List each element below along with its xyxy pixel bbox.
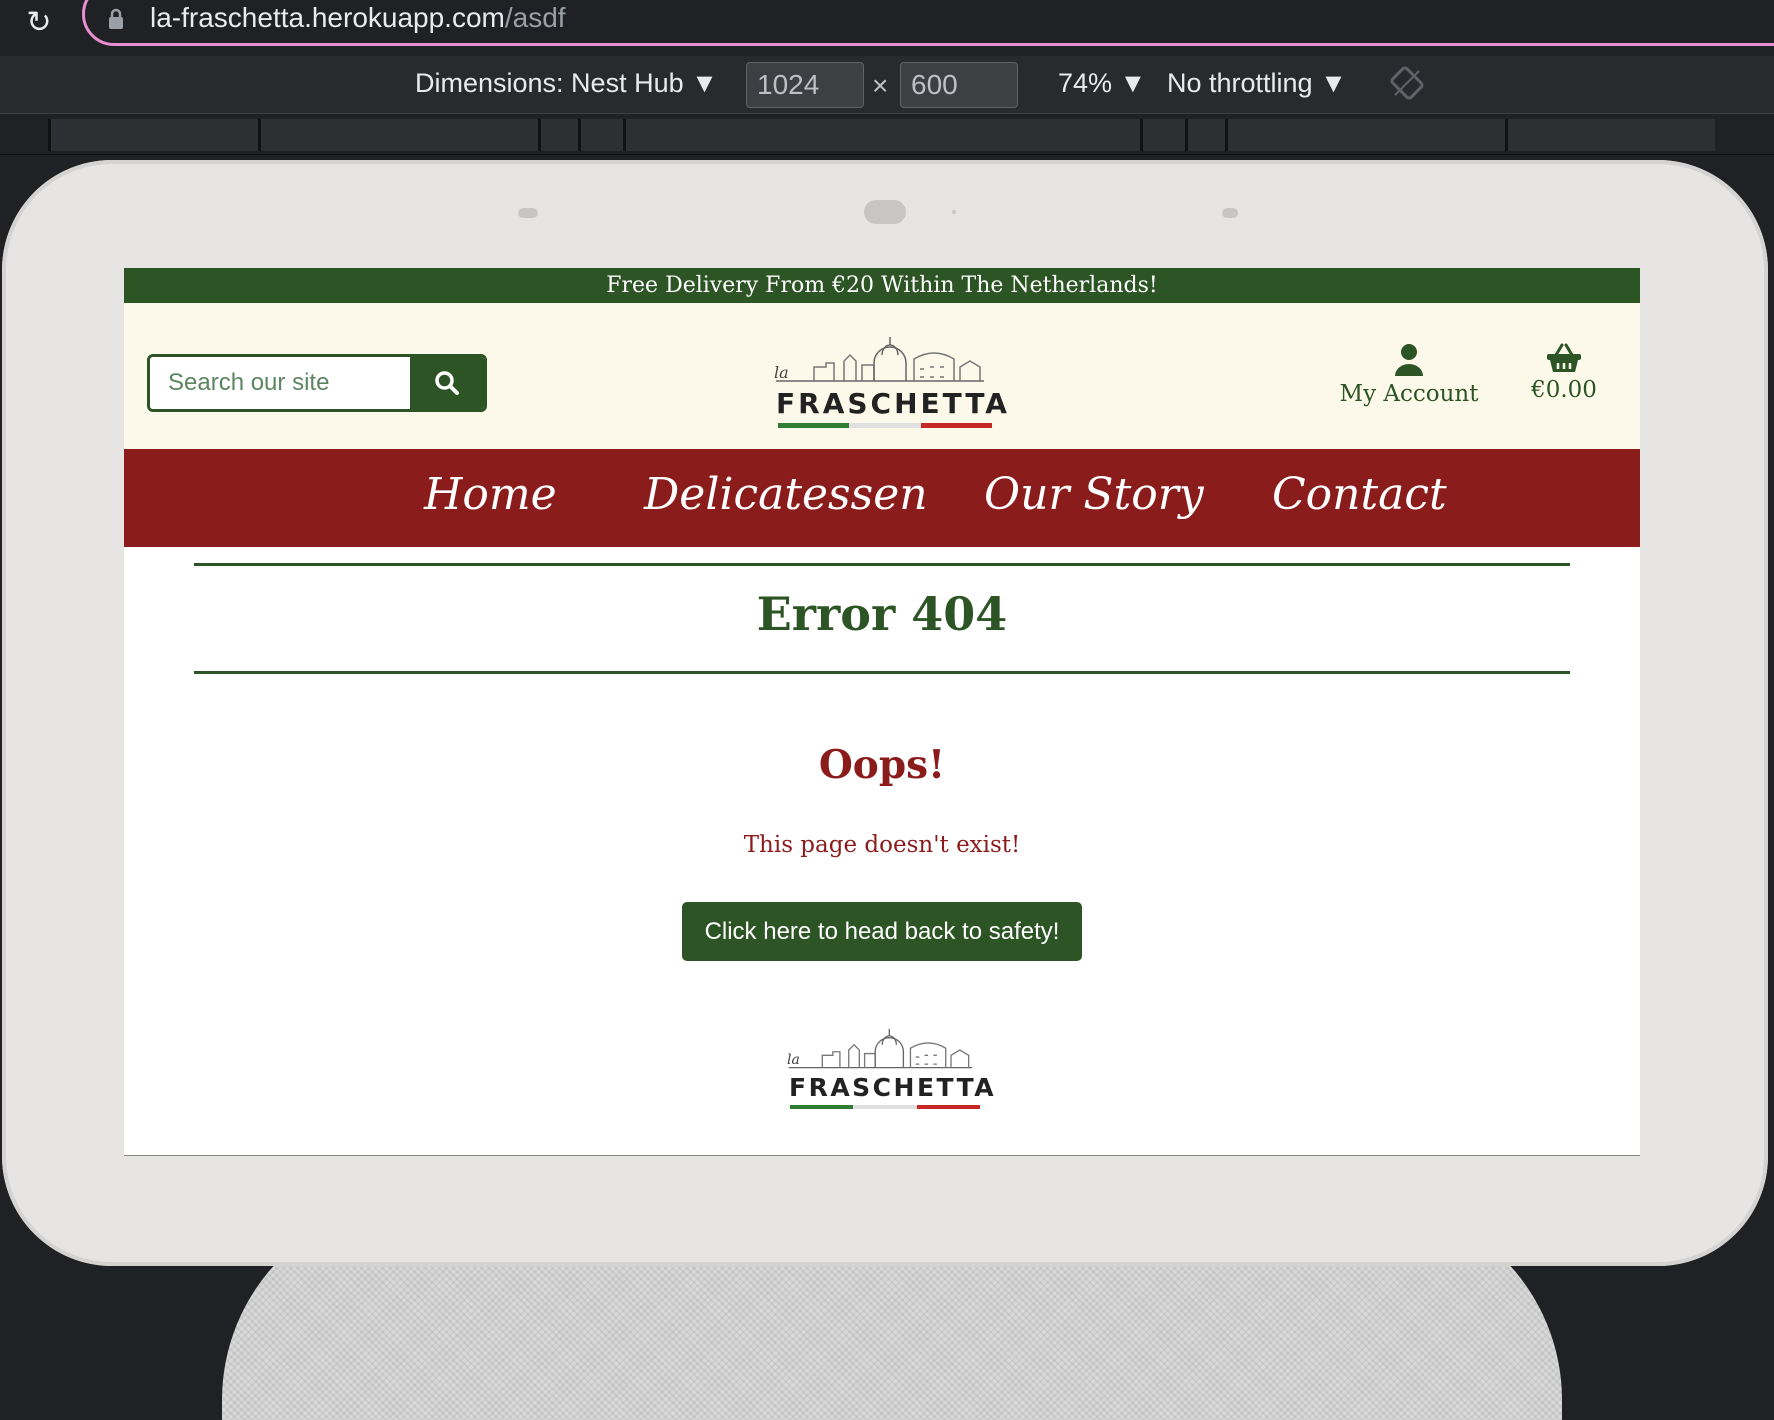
divider: [194, 671, 1570, 674]
throttling-dropdown[interactable]: No throttling ▼: [1167, 68, 1347, 99]
sensor: [952, 210, 956, 214]
my-account-link[interactable]: My Account: [1334, 343, 1484, 407]
nav-home[interactable]: Home: [424, 469, 557, 520]
camera: [864, 200, 906, 224]
logo-small-text: la: [774, 363, 789, 382]
media-query-segment[interactable]: [1185, 119, 1225, 151]
shopping-cart-link[interactable]: €0.00: [1519, 343, 1609, 403]
search-button[interactable]: [410, 357, 484, 409]
site-header: la FRASCHETTA My Account €0.00: [124, 303, 1640, 449]
media-query-segment[interactable]: [258, 119, 538, 151]
dimensions-dropdown[interactable]: Dimensions: Nest Hub ▼: [415, 68, 718, 99]
cart-total: €0.00: [1531, 377, 1597, 403]
oops-heading: Oops!: [818, 742, 946, 788]
media-query-segment[interactable]: [1225, 119, 1505, 151]
divider: [194, 563, 1570, 566]
skyline-icon: [788, 1028, 973, 1069]
search-icon: [435, 371, 459, 395]
logo-wordmark: FRASCHETTA: [776, 387, 1010, 420]
sensor: [518, 208, 538, 218]
sensor: [1222, 208, 1238, 218]
nav-contact[interactable]: Contact: [1272, 469, 1447, 520]
dimension-separator: ×: [872, 70, 889, 101]
media-query-segment[interactable]: [48, 119, 258, 151]
search-input[interactable]: [150, 357, 410, 409]
main-nav: Home Delicatessen Our Story Contact: [124, 449, 1640, 547]
user-icon: [1395, 344, 1423, 376]
media-query-segment[interactable]: [1505, 119, 1715, 151]
logo-small-text: la: [787, 1052, 800, 1068]
viewport-width-input[interactable]: 1024: [746, 62, 864, 108]
zoom-dropdown[interactable]: 74% ▼: [1058, 68, 1146, 99]
media-query-bar: [0, 115, 1774, 155]
error-page-content: Error 404 Oops! This page doesn't exist!…: [124, 547, 1640, 1155]
media-query-segment[interactable]: [623, 119, 1140, 151]
media-query-segment[interactable]: [1140, 119, 1185, 151]
browser-address-bar: ↻ la-fraschetta.herokuapp.com/asdf: [0, 0, 1774, 56]
site-logo[interactable]: la FRASCHETTA: [774, 333, 1007, 428]
media-query-segment[interactable]: [578, 119, 623, 151]
url-text[interactable]: la-fraschetta.herokuapp.com/asdf: [150, 2, 566, 34]
url-host: la-fraschetta.herokuapp.com: [150, 2, 505, 33]
error-message: This page doesn't exist!: [743, 832, 1021, 858]
footer-logo[interactable]: la FRASCHETTA: [787, 1025, 994, 1109]
lock-icon: [109, 8, 123, 29]
back-to-safety-button[interactable]: Click here to head back to safety!: [682, 902, 1082, 961]
delivery-banner: Free Delivery From €20 Within The Nether…: [124, 268, 1640, 303]
nav-delicatessen[interactable]: Delicatessen: [644, 469, 928, 520]
url-path: /asdf: [504, 2, 566, 33]
reload-icon[interactable]: ↻: [22, 6, 56, 40]
logo-flag-stripe: [790, 1105, 980, 1109]
skyline-icon: [776, 337, 984, 382]
page-title: Error 404: [756, 587, 1008, 641]
logo-wordmark: FRASCHETTA: [789, 1073, 997, 1102]
my-account-label: My Account: [1339, 381, 1479, 407]
device-toolbar: Dimensions: Nest Hub ▼ 1024 × 600 74% ▼ …: [0, 56, 1774, 114]
nav-our-story[interactable]: Our Story: [984, 469, 1204, 520]
site-viewport: Free Delivery From €20 Within The Nether…: [124, 268, 1640, 1156]
basket-icon: [1547, 343, 1581, 372]
logo-flag-stripe: [778, 423, 992, 428]
rotate-icon[interactable]: [1390, 66, 1424, 100]
search-form: [147, 354, 487, 412]
viewport-height-input[interactable]: 600: [900, 62, 1018, 108]
media-query-segment[interactable]: [538, 119, 578, 151]
